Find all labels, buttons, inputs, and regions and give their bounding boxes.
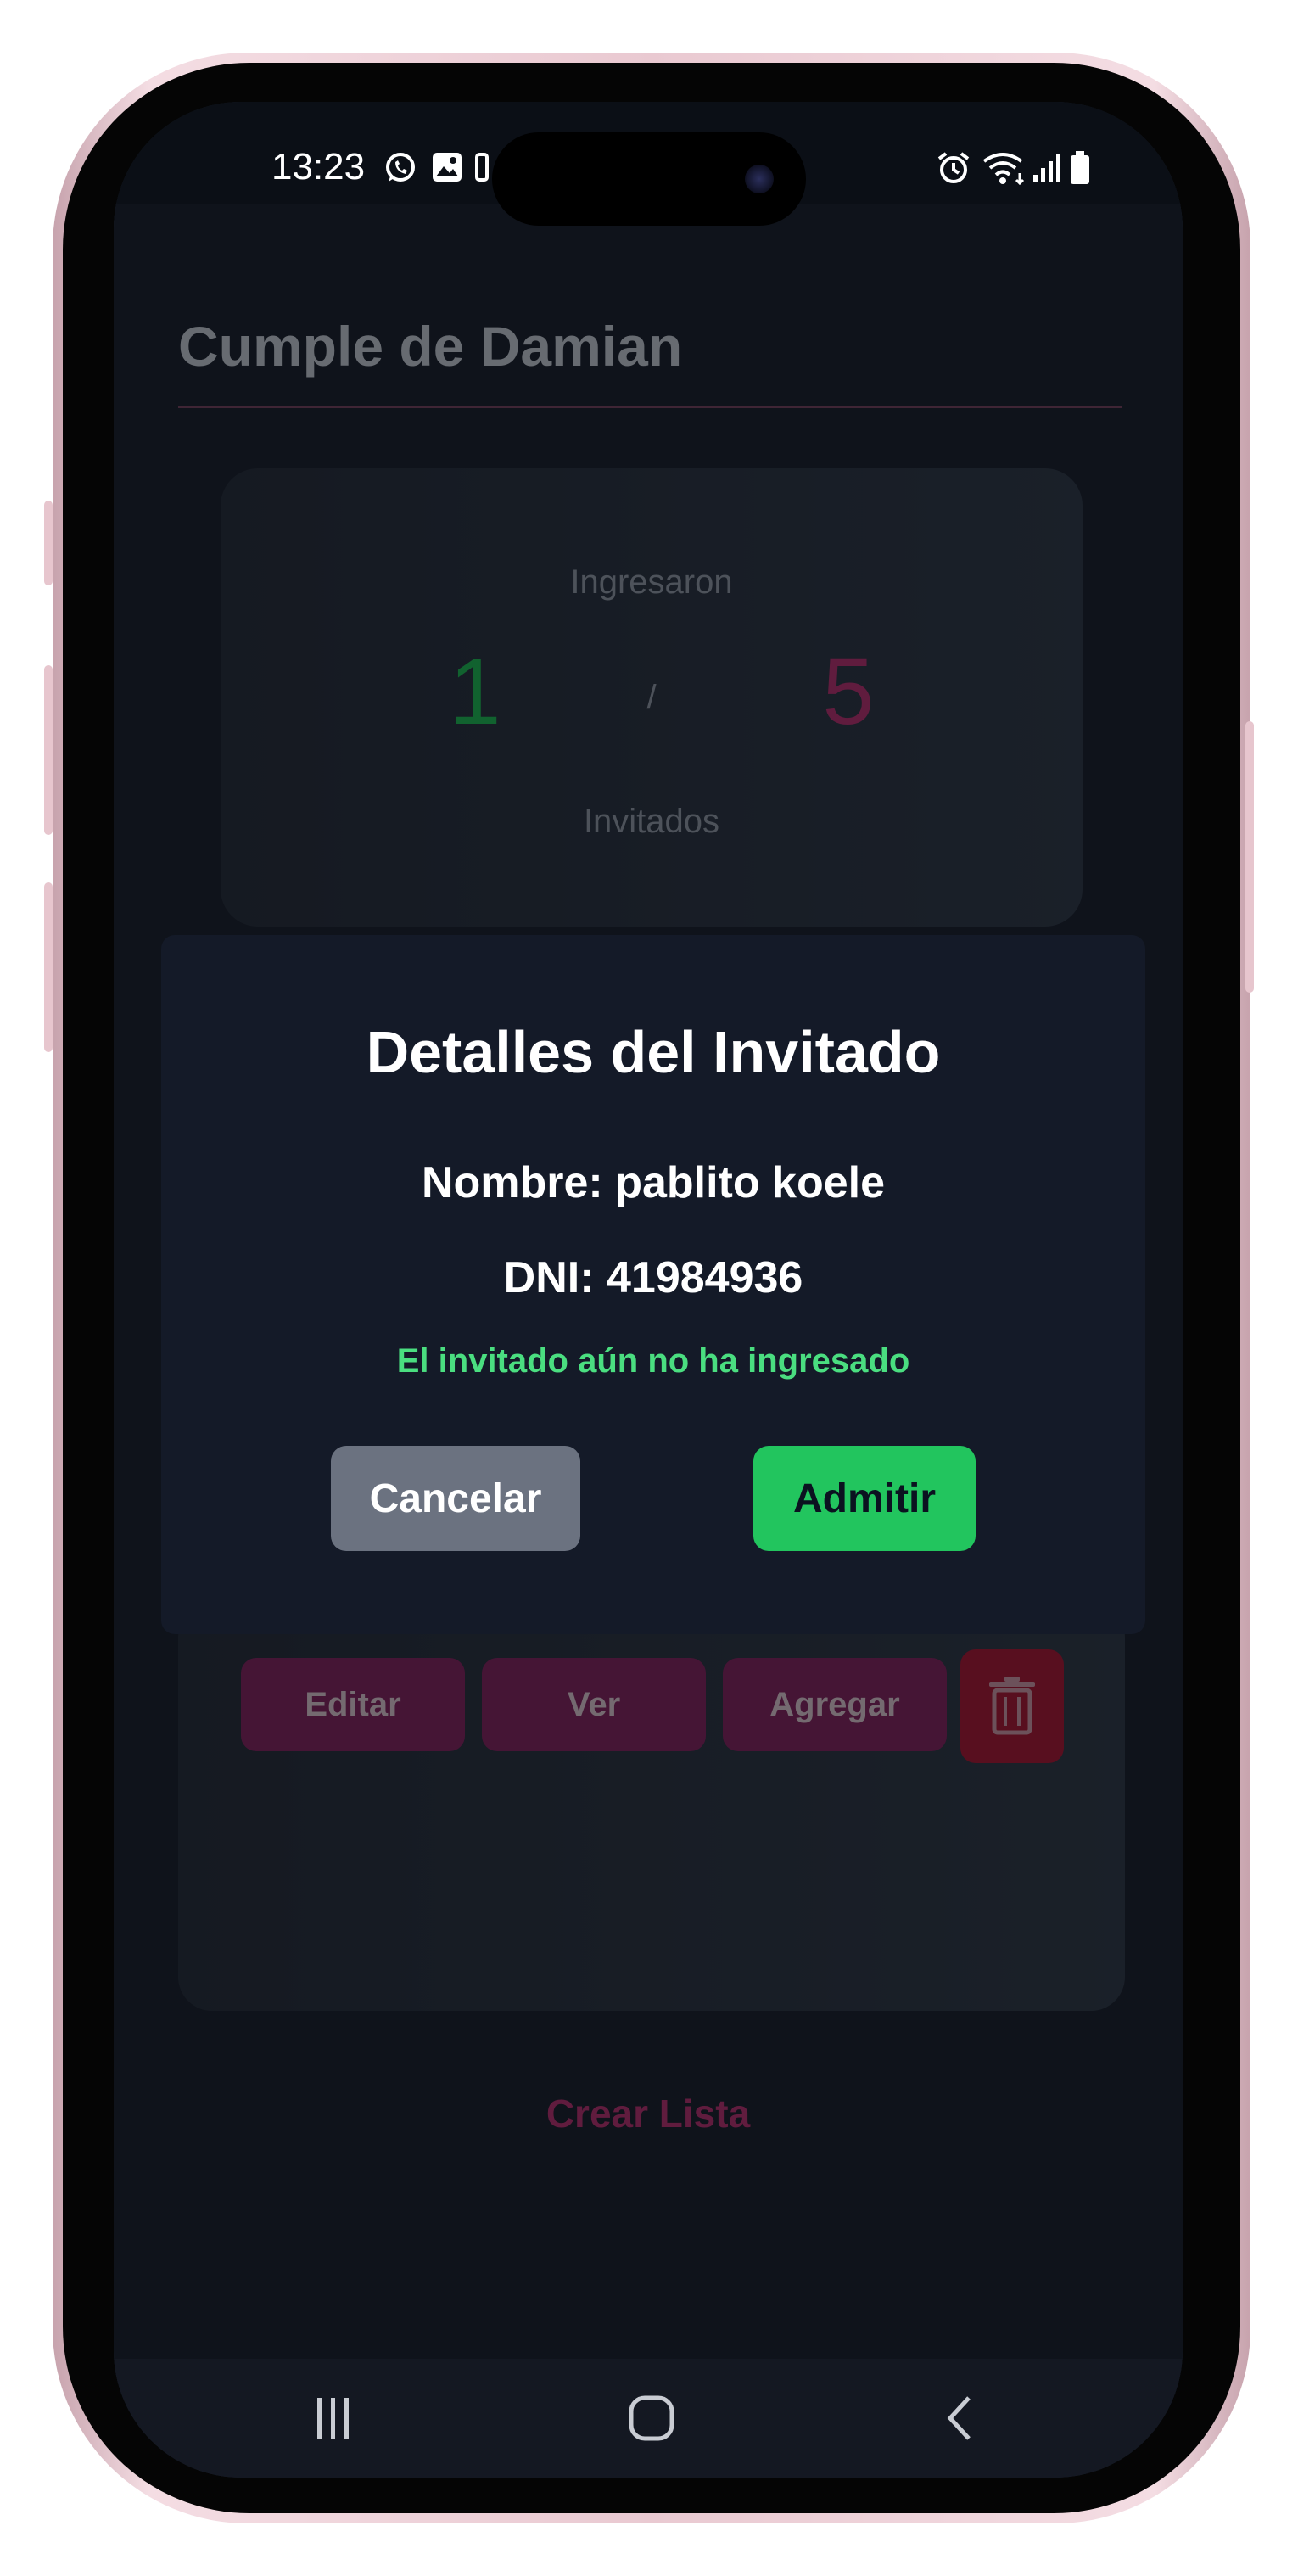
guest-dni: DNI: 41984936 — [503, 1253, 803, 1302]
camera-island — [492, 132, 806, 226]
recent-apps-icon[interactable] — [314, 2394, 353, 2442]
camera-lens — [745, 165, 774, 193]
status-time: 13:23 — [271, 146, 366, 188]
guest-details-modal: Detalles del Invitado Nombre: pablito ko… — [161, 935, 1145, 1634]
navigation-bar — [114, 2359, 1183, 2478]
whatsapp-icon — [386, 153, 415, 182]
admit-button[interactable]: Admitir — [753, 1446, 976, 1551]
guest-entry-status: El invitado aún no ha ingresado — [396, 1342, 910, 1380]
home-icon[interactable] — [628, 2394, 675, 2442]
alarm-icon — [937, 152, 970, 183]
guest-name: Nombre: pablito koele — [421, 1158, 886, 1207]
wifi-icon — [982, 153, 1025, 185]
cancel-button[interactable]: Cancelar — [331, 1446, 580, 1551]
signal-icon — [1033, 154, 1060, 182]
battery-icon — [1071, 151, 1089, 184]
power-button — [1245, 721, 1254, 993]
modal-title: Detalles del Invitado — [366, 1019, 941, 1085]
back-icon[interactable] — [943, 2394, 977, 2442]
status-bar: 13:23 — [114, 102, 1183, 226]
phone-screen: Cumple de Damian Ingresaron 1 / 5 Invita… — [114, 102, 1183, 2478]
gallery-icon — [433, 153, 462, 182]
volume-up-button — [44, 665, 53, 835]
notification-icon — [475, 153, 489, 182]
volume-down-button — [44, 882, 53, 1052]
side-button — [44, 501, 53, 585]
